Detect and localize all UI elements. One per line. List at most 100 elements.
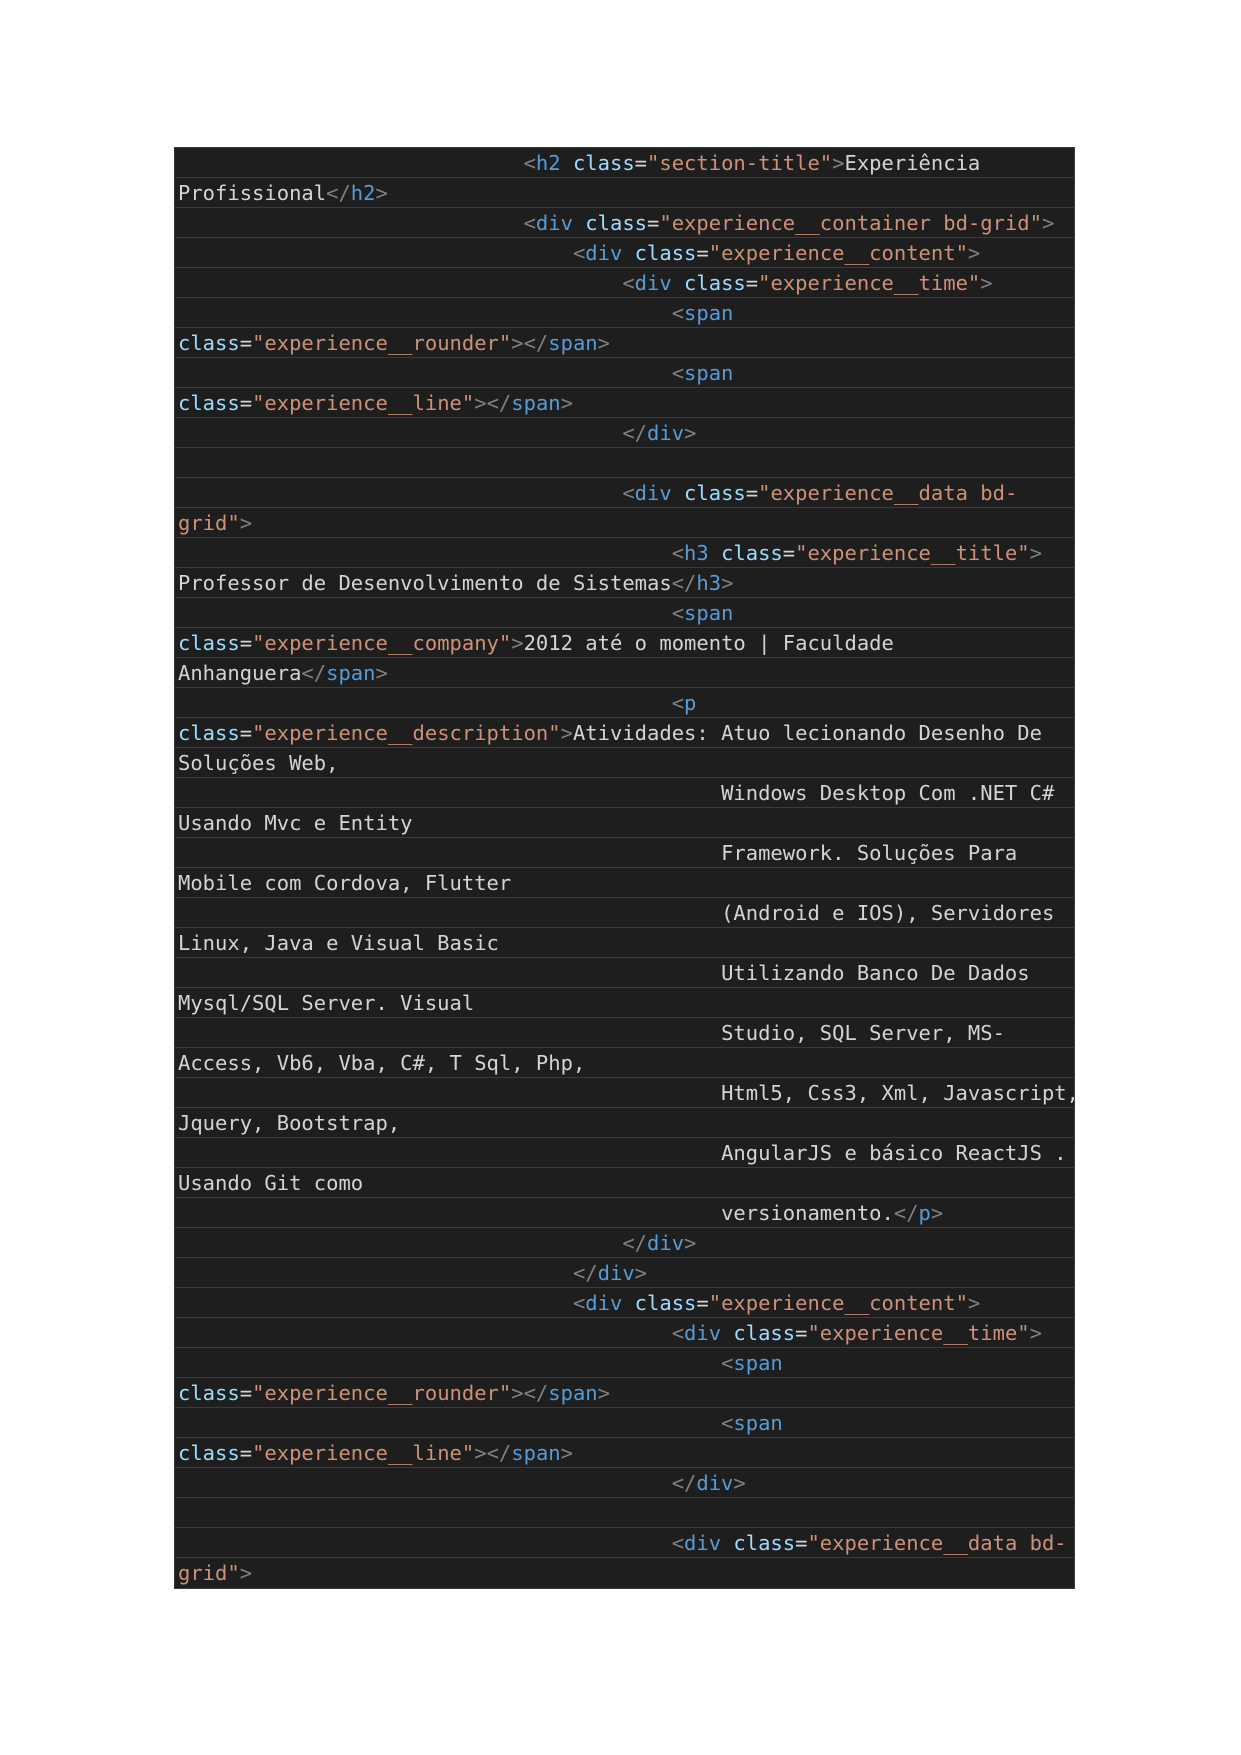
code-tag-name: div	[585, 241, 623, 265]
code-line: versionamento.</p>	[175, 1198, 1074, 1228]
code-string: "experience__content"	[708, 1291, 968, 1315]
code-text: versionamento.	[721, 1201, 894, 1225]
code-line: Utilizando Banco De Dados	[175, 958, 1074, 988]
code-attribute: class	[585, 211, 648, 235]
code-line: Soluções Web,	[175, 748, 1074, 778]
code-string: "experience__company"	[252, 631, 512, 655]
code-tag-name: div	[585, 1291, 623, 1315]
code-text: 2012 até o momento | Faculdade	[523, 631, 894, 655]
code-punctuation: >	[560, 721, 573, 745]
code-text: Anhanguera	[178, 661, 302, 685]
code-text: AngularJS e básico ReactJS .	[721, 1141, 1067, 1165]
code-punctuation: ></	[474, 391, 512, 415]
code-line: grid">	[175, 1558, 1074, 1588]
code-punctuation: >	[375, 661, 388, 685]
code-text: =	[239, 1441, 253, 1465]
code-line: <span	[175, 598, 1074, 628]
code-line: class="experience__rounder"></span>	[175, 1378, 1074, 1408]
code-line: <span	[175, 1348, 1074, 1378]
code-string: "section-title"	[647, 151, 833, 175]
code-line: <span	[175, 298, 1074, 328]
code-text: Experiência	[844, 151, 981, 175]
code-punctuation: <	[572, 241, 586, 265]
code-tag-name: h2	[350, 181, 376, 205]
code-string: grid"	[178, 511, 240, 535]
code-attribute: class	[634, 241, 697, 265]
code-tag-name: span	[326, 661, 376, 685]
code-attribute: class	[178, 631, 240, 655]
code-text: Mysql/SQL Server. Visual	[178, 991, 475, 1015]
code-punctuation: </	[622, 421, 648, 445]
code-line: <div class="experience__data bd-	[175, 1528, 1074, 1558]
code-attribute: class	[178, 1441, 240, 1465]
code-tag-name: p	[918, 1201, 931, 1225]
code-punctuation: <	[671, 601, 685, 625]
code-string: grid"	[178, 1561, 240, 1585]
code-punctuation: >	[967, 241, 981, 265]
code-punctuation: >	[511, 631, 524, 655]
code-tag-name: div	[535, 211, 573, 235]
code-line: <div class="experience__container bd-gri…	[175, 208, 1074, 238]
code-line: class="experience__description">Atividad…	[175, 718, 1074, 748]
code-attribute: class	[178, 721, 240, 745]
code-string: "experience__rounder"	[252, 1381, 512, 1405]
code-line: class="experience__line"></span>	[175, 388, 1074, 418]
code-text: Professor de Desenvolvimento de Sistemas	[178, 571, 672, 595]
code-line: Jquery, Bootstrap,	[175, 1108, 1074, 1138]
code-line: <span	[175, 358, 1074, 388]
code-text: Jquery, Bootstrap,	[178, 1111, 401, 1135]
code-line: Framework. Soluções Para	[175, 838, 1074, 868]
code-punctuation: <	[721, 1411, 734, 1435]
code-tag-name: h2	[535, 151, 561, 175]
code-text: =	[239, 1381, 253, 1405]
code-tag-name: h3	[696, 571, 722, 595]
code-tag-name: span	[684, 601, 734, 625]
code-tag-name: span	[684, 361, 734, 385]
code-string: "experience__line"	[252, 391, 475, 415]
code-punctuation: >	[1041, 211, 1055, 235]
code-line: <div class="experience__time">	[175, 268, 1074, 298]
code-tag-name: div	[696, 1471, 734, 1495]
code-tag-name: div	[684, 1321, 722, 1345]
code-line: Profissional</h2>	[175, 178, 1074, 208]
code-block: <h2 class="section-title">Experiência Pro…	[175, 148, 1074, 1588]
code-text: Mobile com Cordova, Flutter	[178, 871, 512, 895]
code-line: </div>	[175, 1468, 1074, 1498]
code-punctuation: ></	[474, 1441, 512, 1465]
code-punctuation: </	[326, 181, 351, 205]
code-line: </div>	[175, 1228, 1074, 1258]
code-line: Access, Vb6, Vba, C#, T Sql, Php,	[175, 1048, 1074, 1078]
code-string: "experience__content"	[708, 241, 968, 265]
code-tag-name: span	[511, 1441, 561, 1465]
code-punctuation: </	[622, 1231, 648, 1255]
code-punctuation: >	[721, 571, 734, 595]
code-line: Windows Desktop Com .NET C#	[175, 778, 1074, 808]
code-text: =	[239, 331, 253, 355]
code-attribute: class	[178, 1381, 240, 1405]
code-line: <p	[175, 688, 1074, 718]
code-punctuation: >	[980, 271, 993, 295]
code-tag-name: div	[634, 481, 672, 505]
code-line: Anhanguera</span>	[175, 658, 1074, 688]
code-punctuation: >	[1029, 1321, 1042, 1345]
code-text: (Android e IOS), Servidores	[721, 901, 1055, 925]
code-punctuation: <	[671, 691, 685, 715]
code-string: "experience__container bd-grid"	[659, 211, 1042, 235]
code-text: =	[647, 211, 660, 235]
code-tag-name: span	[733, 1351, 783, 1375]
code-tag-name: div	[647, 421, 685, 445]
